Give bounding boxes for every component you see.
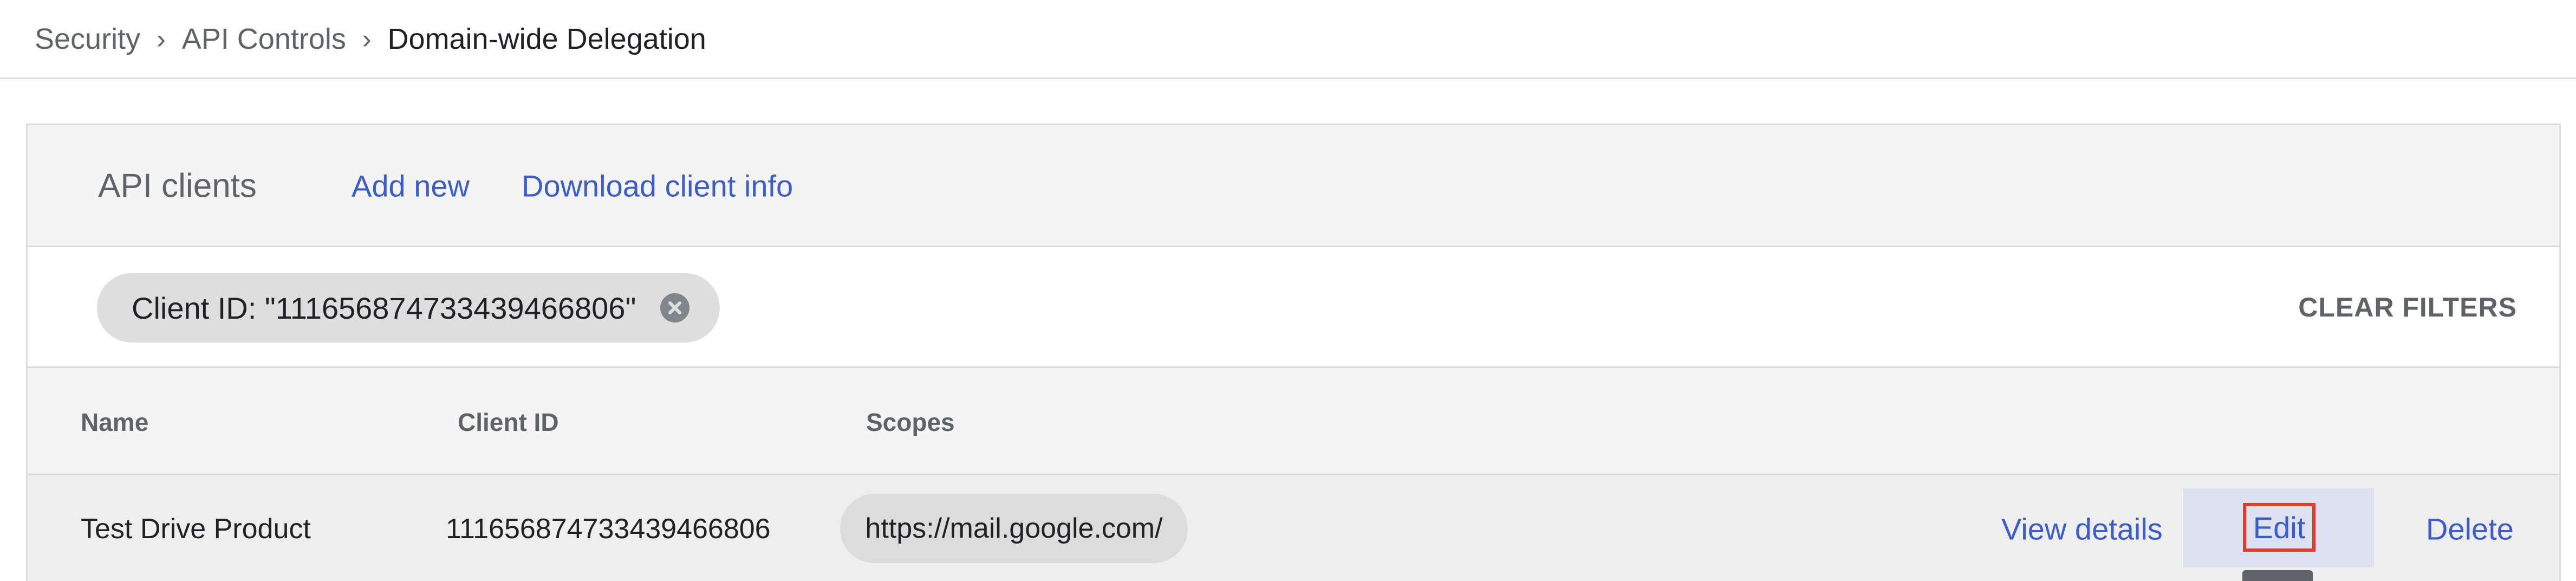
chevron-right-icon: › [362, 23, 372, 54]
delete-button[interactable]: Delete [2426, 512, 2514, 547]
column-header-client-id[interactable]: Client ID [458, 408, 559, 437]
close-icon[interactable] [660, 293, 689, 322]
card-title: API clients [98, 167, 257, 205]
download-client-info-link[interactable]: Download client info [522, 169, 793, 204]
row-name: Test Drive Product [81, 513, 311, 545]
filter-row: Client ID: "111656874733439466806" CLEAR… [28, 247, 2559, 368]
chevron-right-icon: › [157, 23, 166, 54]
page: Security › API Controls › Domain-wide De… [0, 0, 2576, 581]
breadcrumb-api-controls[interactable]: API Controls [182, 22, 346, 56]
edit-button[interactable]: Edit [2243, 503, 2315, 552]
table-row[interactable]: Test Drive Product 111656874733439466806… [28, 475, 2559, 581]
scope-label: https://mail.google.com/ [865, 513, 1163, 544]
breadcrumb-security[interactable]: Security [35, 22, 140, 56]
filter-chip-label: Client ID: "111656874733439466806" [132, 290, 636, 325]
column-header-scopes[interactable]: Scopes [866, 408, 955, 437]
add-new-link[interactable]: Add new [352, 169, 470, 204]
api-clients-card: API clients Add new Download client info… [26, 124, 2561, 581]
card-header: API clients Add new Download client info [28, 125, 2559, 247]
scope-chip: https://mail.google.com/ [840, 494, 1188, 563]
table-header: Name Client ID Scopes [28, 368, 2559, 475]
client-id-filter-chip[interactable]: Client ID: "111656874733439466806" [97, 273, 720, 343]
breadcrumb: Security › API Controls › Domain-wide De… [0, 0, 2576, 79]
tooltip [2242, 570, 2313, 581]
view-details-button[interactable]: View details [2001, 512, 2163, 547]
row-client-id: 111656874733439466806 [446, 513, 771, 545]
breadcrumb-domain-wide-delegation: Domain-wide Delegation [387, 22, 706, 55]
clear-filters-button[interactable]: CLEAR FILTERS [2298, 292, 2517, 323]
column-header-name[interactable]: Name [81, 408, 148, 437]
edit-label: Edit [2253, 510, 2306, 545]
